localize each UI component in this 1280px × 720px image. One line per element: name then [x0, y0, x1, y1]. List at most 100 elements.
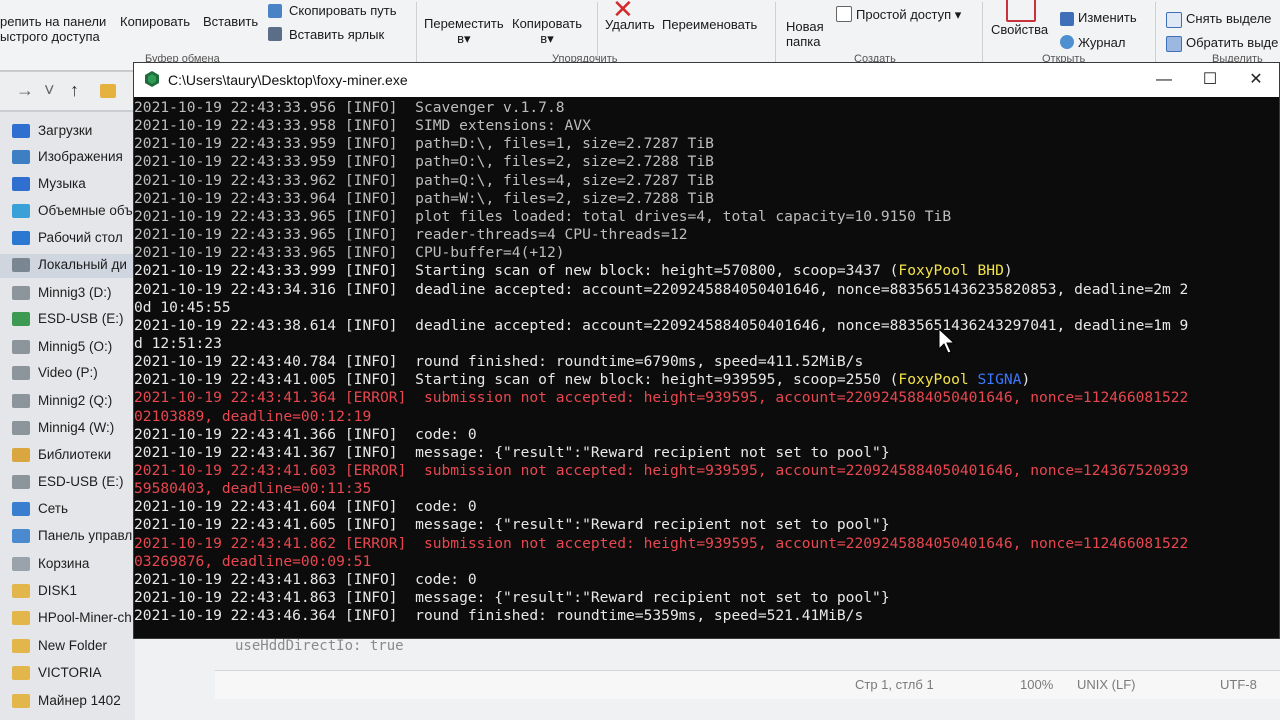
copy-path-label: Скопировать путь: [289, 3, 397, 18]
folder-icon: [12, 394, 30, 408]
console-line: 2021-10-19 22:43:33.965 [INFO] reader-th…: [134, 226, 688, 244]
rename-button[interactable]: Переименовать: [662, 17, 757, 32]
console-line-text: 2021-10-19 22:43:41.367 [INFO] message: …: [134, 443, 890, 461]
console-line: 2021-10-19 22:43:33.964 [INFO] path=W:\,…: [134, 190, 714, 208]
background-editor-window: useHddDirectIo: true Стр 1, стлб 1 100% …: [135, 638, 1280, 720]
sidebar-item[interactable]: New Folder: [0, 635, 135, 659]
maximize-button[interactable]: ☐: [1187, 63, 1233, 97]
folder-icon: [12, 694, 30, 708]
paste-shortcut-label: Вставить ярлык: [289, 27, 385, 42]
sidebar-item[interactable]: Minnig3 (D:): [0, 282, 135, 306]
sidebar-item[interactable]: Video (P:): [0, 362, 135, 386]
paste-shortcut-icon: [268, 27, 282, 41]
sidebar-item[interactable]: Загрузки: [0, 120, 135, 144]
folder-icon: [12, 502, 30, 516]
invert-selection-icon: [1166, 36, 1182, 52]
copy-button[interactable]: Копировать: [120, 14, 190, 29]
console-line-text: 0d 10:45:55: [134, 298, 231, 316]
status-encoding[interactable]: UTF-8: [1220, 677, 1257, 692]
easy-access-button[interactable]: Простой доступ ▾: [856, 7, 961, 23]
pool-coin: BHD: [977, 262, 1004, 280]
sidebar-item[interactable]: Сеть: [0, 498, 135, 522]
console-line: 2021-10-19 22:43:33.965 [INFO] plot file…: [134, 208, 951, 226]
sidebar-item[interactable]: HPool-Miner-ch: [0, 607, 135, 631]
folder-icon: [12, 557, 30, 571]
forward-arrow-icon[interactable]: →: [16, 80, 34, 101]
sidebar-item[interactable]: Музыка: [0, 173, 135, 197]
up-arrow-icon[interactable]: ↑: [70, 80, 79, 101]
console-output[interactable]: 2021-10-19 22:43:33.956 [INFO] Scavenger…: [134, 97, 1279, 638]
ribbon-divider: [416, 2, 417, 62]
close-button[interactable]: ✕: [1233, 63, 1279, 97]
edit-button[interactable]: Изменить: [1078, 10, 1137, 25]
properties-label: Свойства: [991, 22, 1049, 37]
folder-icon: [12, 312, 30, 326]
sidebar-item[interactable]: ESD-USB (E:): [0, 308, 135, 332]
sidebar-item-label: Загрузки: [38, 123, 93, 138]
sidebar-item[interactable]: Библиотеки: [0, 444, 135, 468]
console-line: d 12:51:23: [134, 335, 222, 353]
folder-icon: [12, 124, 30, 138]
sidebar-item[interactable]: DISK1: [0, 580, 135, 604]
sidebar-item[interactable]: Объемные объ: [0, 200, 135, 224]
sidebar-item[interactable]: Панель управл: [0, 525, 135, 549]
sidebar-item[interactable]: Рабочий стол: [0, 227, 135, 251]
sidebar-item-label: Майнер 1402: [38, 693, 121, 708]
console-line: 2021-10-19 22:43:33.962 [INFO] path=Q:\,…: [134, 172, 714, 190]
sidebar-item[interactable]: Корзина: [0, 553, 135, 577]
console-line: 59580403, deadline=00:11:35: [134, 480, 371, 498]
sidebar-item[interactable]: Minnig5 (O:): [0, 336, 135, 360]
new-folder-button[interactable]: Новая папка: [786, 19, 824, 49]
chevron-down-icon[interactable]: ˅: [44, 80, 55, 101]
move-to-button[interactable]: Переместить в▾: [424, 16, 504, 47]
editor-text-line[interactable]: useHddDirectIo: true: [235, 638, 404, 654]
sidebar-item-label: Minnig3 (D:): [38, 285, 112, 300]
console-title-bar[interactable]: C:\Users\taury\Desktop\foxy-miner.exe — …: [134, 63, 1279, 97]
console-line: 0d 10:45:55: [134, 299, 231, 317]
sidebar-item-label: Изображения: [38, 149, 123, 164]
properties-button[interactable]: Свойства: [991, 22, 1048, 37]
sidebar-item-label: Библиотеки: [38, 447, 112, 462]
delete-button[interactable]: Удалить: [605, 17, 655, 32]
explorer-sidebar: Загрузки Изображения Музыка Объемные объ Раб…: [0, 112, 135, 720]
console-line: 2021-10-19 22:43:41.603 [ERROR] submissi…: [134, 462, 1188, 480]
move-label: Переместить: [424, 16, 504, 31]
new-folder-label-2: папка: [786, 34, 821, 49]
sidebar-item-label: Панель управл: [38, 528, 133, 543]
paste-button[interactable]: Вставить: [203, 14, 258, 29]
sidebar-item[interactable]: Майнер 1402: [0, 690, 135, 714]
status-eol[interactable]: UNIX (LF): [1077, 677, 1136, 692]
console-line-text: 2021-10-19 22:43:46.364 [INFO] round fin…: [134, 607, 864, 625]
minimize-button[interactable]: —: [1141, 63, 1187, 97]
console-line: 02103889, deadline=00:12:19: [134, 408, 371, 426]
sidebar-item[interactable]: Локальный ди: [0, 254, 135, 278]
console-line: 2021-10-19 22:43:33.965 [INFO] CPU-buffe…: [134, 244, 565, 262]
sidebar-item[interactable]: Minnig4 (W:): [0, 417, 135, 441]
folder-icon: [12, 258, 30, 272]
pin-label: репить на панели: [0, 14, 107, 29]
copyto-label: Копировать: [512, 16, 582, 31]
sidebar-item[interactable]: VICTORIA: [0, 662, 135, 686]
sidebar-item-label: Video (P:): [38, 365, 98, 380]
console-line-text: 2021-10-19 22:43:33.959 [INFO] path=O:\,…: [134, 153, 714, 171]
journal-button[interactable]: Журнал: [1078, 35, 1125, 50]
invert-selection-button[interactable]: Обратить выде: [1186, 35, 1278, 50]
paste-shortcut-button[interactable]: Вставить ярлык: [289, 27, 384, 42]
copy-to-button[interactable]: Копировать в▾: [512, 16, 582, 47]
sidebar-item[interactable]: ESD-USB (E:): [0, 471, 135, 495]
console-line-text: 02103889, deadline=00:12:19: [134, 407, 372, 425]
edit-icon: [1060, 12, 1074, 26]
app-hexagon-icon: [145, 71, 159, 87]
console-line: 2021-10-19 22:43:41.863 [INFO] message: …: [134, 589, 890, 607]
sidebar-item-label: VICTORIA: [38, 665, 102, 680]
deselect-button[interactable]: Снять выделе: [1186, 11, 1271, 26]
status-zoom[interactable]: 100%: [1020, 677, 1053, 692]
copy-path-button[interactable]: Скопировать путь: [289, 3, 397, 18]
explorer-ribbon: репить на панели ыстрого доступа Копиров…: [0, 0, 1280, 71]
folder-icon: [12, 421, 30, 435]
sidebar-item[interactable]: Minnig2 (Q:): [0, 390, 135, 414]
console-line: 2021-10-19 22:43:41.605 [INFO] message: …: [134, 516, 890, 534]
pin-quick-access-button[interactable]: репить на панели ыстрого доступа: [0, 14, 106, 44]
sidebar-item[interactable]: Изображения: [0, 146, 135, 170]
deselect-icon: [1166, 12, 1182, 28]
